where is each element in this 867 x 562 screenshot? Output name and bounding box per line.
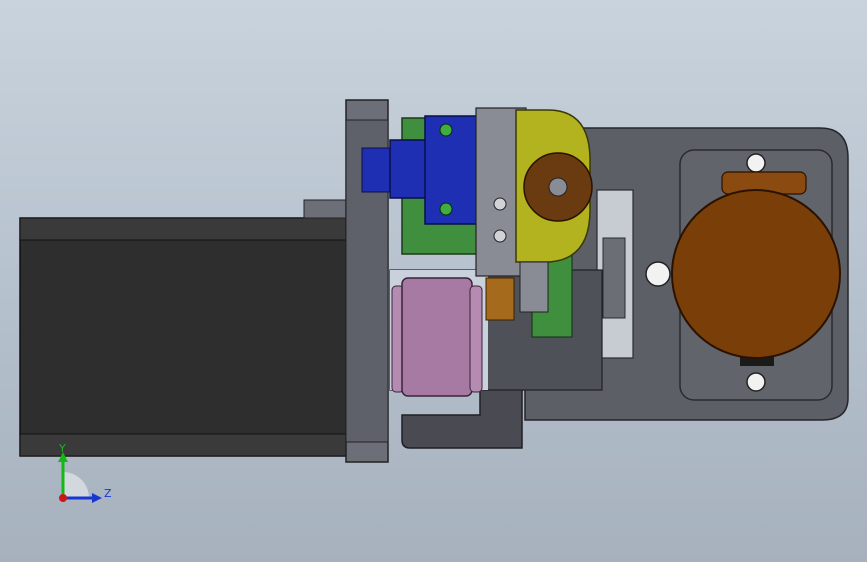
drive-wheel-hub bbox=[548, 177, 568, 197]
optical-sensor-body bbox=[389, 139, 429, 199]
optical-sensor-head bbox=[424, 115, 484, 225]
linkage-block bbox=[519, 261, 549, 313]
sensor-connector-pins bbox=[361, 147, 393, 193]
sensor-screw-bottom bbox=[439, 202, 453, 216]
pulley-flange-right bbox=[469, 285, 483, 393]
mount-hole-middle bbox=[645, 261, 671, 287]
assembly-model bbox=[19, 99, 849, 463]
stepper-motor-body bbox=[19, 217, 351, 457]
motor-top-band bbox=[19, 217, 351, 241]
tape-reel bbox=[671, 189, 841, 359]
brass-screw bbox=[485, 277, 515, 321]
plate-slot-inner bbox=[602, 237, 626, 319]
y-axis-label: Y bbox=[58, 442, 66, 455]
triad-quadrant bbox=[63, 472, 89, 498]
pulley-spool bbox=[401, 277, 473, 397]
cad-viewport[interactable]: Y Z bbox=[0, 0, 867, 562]
triad-origin bbox=[59, 494, 67, 502]
cam-pin-bottom bbox=[493, 229, 507, 243]
motor-shaft-block bbox=[303, 199, 349, 219]
mount-hole-bottom bbox=[746, 372, 766, 392]
orientation-triad: Y Z bbox=[58, 442, 112, 503]
z-axis-label: Z bbox=[104, 487, 112, 500]
z-axis-arrow bbox=[92, 493, 102, 503]
cam-pin-top bbox=[493, 197, 507, 211]
mount-hole-top bbox=[746, 153, 766, 173]
sensor-screw-top bbox=[439, 123, 453, 137]
